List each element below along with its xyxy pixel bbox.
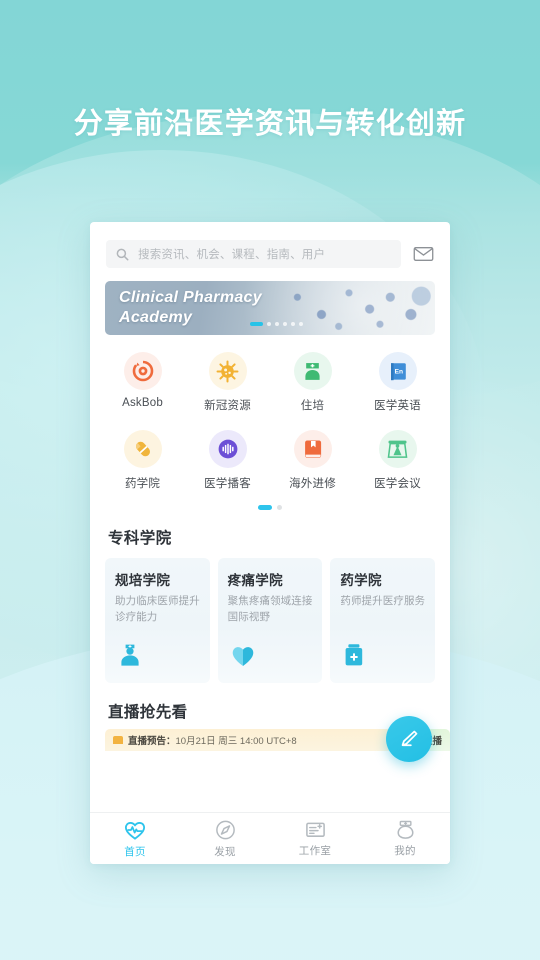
- grid-pagination-dots[interactable]: [90, 497, 450, 512]
- grid-dot-1[interactable]: [258, 505, 272, 510]
- conference-icon: [378, 430, 417, 468]
- nav-item-discover[interactable]: 发现: [180, 813, 270, 864]
- mail-icon[interactable]: [413, 246, 434, 262]
- grid-label: 医学播客: [204, 478, 251, 490]
- banner-dot-1[interactable]: [250, 322, 263, 326]
- banner-title: Clinical Pharmacy Academy: [119, 288, 262, 329]
- page-headline: 分享前沿医学资讯与转化创新: [73, 108, 467, 140]
- podcast-wave-icon: [208, 430, 247, 468]
- card-title: 药学院: [340, 573, 382, 588]
- grid-item-covid[interactable]: 新冠资源: [185, 347, 270, 419]
- card-title: 规培学院: [115, 573, 171, 588]
- card-title: 疼痛学院: [227, 573, 283, 588]
- grid-label: 医学英语: [374, 400, 421, 412]
- banner-carousel-dots[interactable]: [250, 322, 303, 326]
- edit-pencil-icon: [401, 730, 418, 747]
- grid-label: 医学会议: [374, 478, 421, 490]
- live-card-text: 直播预告：10月21日 周三 14:00 UTC+8: [128, 733, 297, 747]
- virus-icon: [208, 352, 247, 390]
- home-heartbeat-icon: [124, 821, 146, 840]
- askbob-target-icon: [123, 352, 162, 390]
- live-card-time: 10月21日 周三 14:00 UTC+8: [175, 736, 297, 747]
- grid-item-conference[interactable]: 医学会议: [355, 425, 440, 497]
- capsule-icon: [123, 430, 162, 468]
- specialty-card-list: 规培学院 助力临床医师提升诊疗能力 疼痛学院 聚焦疼痛领域连接国际视野 药学院 …: [90, 558, 450, 683]
- compose-fab-button[interactable]: [386, 716, 432, 762]
- grid-label: 药学院: [124, 478, 161, 490]
- grid-dot-2[interactable]: [277, 505, 282, 510]
- banner-dot-2[interactable]: [267, 322, 271, 326]
- nav-label: 工作室: [298, 845, 332, 857]
- profile-cap-icon: [396, 820, 414, 839]
- search-input[interactable]: 搜索资讯、机会、课程、指南、用户: [106, 240, 401, 268]
- live-card-label: 直播预告：: [128, 736, 176, 747]
- nav-item-home[interactable]: 首页: [90, 813, 180, 864]
- search-row: 搜索资讯、机会、课程、指南、用户: [90, 222, 450, 278]
- banner-dot-4[interactable]: [283, 322, 287, 326]
- nav-label: 首页: [124, 845, 146, 858]
- compass-icon: [215, 820, 235, 839]
- banner-pills-image: [263, 281, 435, 335]
- grid-item-residency[interactable]: 住培: [270, 347, 355, 419]
- phone-screenshot-card: 搜索资讯、机会、课程、指南、用户 Clinical Pharmacy Acade…: [90, 222, 450, 864]
- banner-title-line2: Academy: [119, 309, 193, 327]
- grid-item-medical-english[interactable]: En 医学英语: [355, 347, 440, 419]
- nav-label: 发现: [214, 845, 236, 858]
- nav-item-workspace[interactable]: 工作室: [270, 813, 360, 864]
- workspace-doc-icon: [305, 822, 325, 837]
- quick-entry-grid: AskBob 新冠资源 住培 En 医学英语 药学院 医学播客 海外进修 医学会…: [90, 335, 450, 497]
- specialty-card-residency[interactable]: 规培学院 助力临床医师提升诊疗能力: [105, 558, 210, 683]
- medicine-bottle-icon: [341, 641, 367, 674]
- grid-item-pharmacy-academy[interactable]: 药学院: [100, 425, 185, 497]
- svg-text:En: En: [394, 368, 402, 375]
- english-book-icon: En: [378, 352, 417, 390]
- grid-label: 海外进修: [289, 478, 336, 490]
- card-desc: 药师提升医疗服务: [340, 595, 426, 607]
- card-desc: 助力临床医师提升诊疗能力: [115, 595, 200, 623]
- specialty-card-pain[interactable]: 疼痛学院 聚焦疼痛领域连接国际视野: [217, 558, 323, 683]
- heart-icon: [229, 641, 257, 674]
- grid-item-askbob[interactable]: AskBob: [100, 347, 185, 419]
- promo-banner[interactable]: Clinical Pharmacy Academy: [105, 281, 435, 335]
- doctor-icon: [116, 641, 144, 674]
- nav-item-profile[interactable]: 我的: [360, 813, 450, 864]
- bottom-navigation-bar: 首页 发现 工作室 我的: [90, 812, 450, 864]
- search-icon: [116, 248, 129, 260]
- banner-dot-3[interactable]: [275, 322, 279, 326]
- banner-dot-6[interactable]: [299, 322, 303, 326]
- nav-label: 我的: [394, 845, 416, 857]
- grid-item-podcast[interactable]: 医学播客: [185, 425, 270, 497]
- banner-dot-5[interactable]: [291, 322, 295, 326]
- live-marker-icon: [113, 736, 123, 744]
- search-placeholder: 搜索资讯、机会、课程、指南、用户: [138, 249, 326, 261]
- banner-title-line1: Clinical Pharmacy: [119, 289, 262, 306]
- live-card-amber[interactable]: 直播预告：10月21日 周三 14:00 UTC+8: [105, 729, 393, 751]
- grid-item-overseas-study[interactable]: 海外进修: [270, 425, 355, 497]
- book-bookmark-icon: [293, 430, 332, 468]
- grid-label: AskBob: [122, 397, 163, 409]
- grid-label: 新冠资源: [204, 400, 251, 412]
- specialty-card-pharmacy[interactable]: 药学院 药师提升医疗服务: [330, 558, 436, 683]
- specialty-section-title: 专科学院: [108, 530, 172, 547]
- card-desc: 聚焦疼痛领域连接国际视野: [227, 595, 313, 623]
- grid-label: 住培: [300, 400, 325, 412]
- nurse-cap-icon: [293, 352, 332, 390]
